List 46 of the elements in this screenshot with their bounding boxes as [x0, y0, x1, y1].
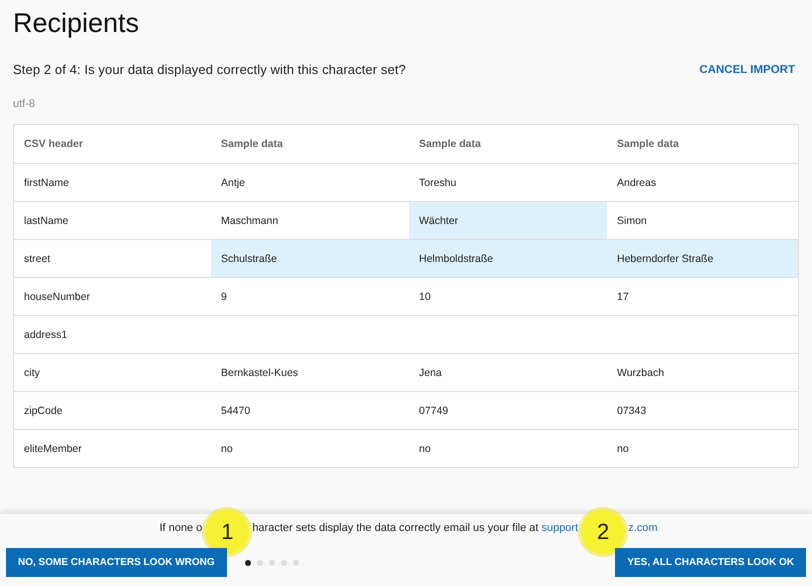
pager-dot[interactable] — [292, 560, 299, 566]
callout-badge: 1 — [205, 510, 250, 554]
table-cell: Andreas — [607, 163, 798, 201]
cancel-import-link[interactable]: CANCEL IMPORT — [699, 64, 795, 76]
table-cell: Bernkastel-Kues — [211, 353, 409, 391]
table-cell: Wächter — [409, 201, 607, 239]
no-button[interactable]: NO, SOME CHARACTERS LOOK WRONG — [6, 548, 227, 577]
pager-dot[interactable] — [244, 560, 251, 566]
table-cell: Antje — [211, 163, 409, 201]
table-cell: Wurzbach — [607, 353, 798, 391]
column-header: Sample data — [418, 137, 482, 152]
column-header: CSV header — [23, 137, 84, 152]
table-cell: 10 — [409, 277, 607, 315]
row-header: lastName — [14, 201, 211, 239]
callout-badge: 2 — [581, 510, 626, 554]
support-email-link[interactable]: support — [541, 522, 578, 534]
table-cell: no — [607, 429, 798, 467]
table-cell: 17 — [607, 277, 798, 315]
table-cell: 07343 — [607, 391, 798, 429]
pager-dot[interactable] — [256, 560, 263, 566]
row-header: eliteMember — [14, 429, 211, 467]
support-email-link[interactable]: z.com — [628, 522, 658, 534]
table-cell: no — [409, 429, 607, 467]
column-header: Sample data — [616, 137, 680, 152]
yes-button[interactable]: YES, ALL CHARACTERS LOOK OK — [615, 548, 806, 577]
character-set-label: utf-8 — [13, 98, 36, 110]
step-question: Step 2 of 4: Is your data displayed correctly with this character set? — [13, 62, 406, 77]
table-cell: 54470 — [211, 391, 409, 429]
table-cell: no — [211, 429, 409, 467]
table-cell: Heberndorfer Straße — [607, 239, 798, 277]
row-header: zipCode — [14, 391, 211, 429]
table-cell: 07749 — [409, 391, 607, 429]
page-title: Recipients — [13, 7, 140, 40]
pager-dot[interactable] — [280, 560, 287, 566]
row-header: city — [14, 353, 211, 391]
row-header: address1 — [14, 315, 211, 353]
table-cell: Schulstraße — [211, 239, 409, 277]
pager-dot[interactable] — [268, 560, 275, 566]
row-header: firstName — [14, 163, 211, 201]
column-header: Sample data — [220, 137, 284, 152]
table-cell: Helmboldstraße — [409, 239, 607, 277]
help-text: If none o — [159, 522, 202, 534]
row-header: houseNumber — [14, 277, 211, 315]
table-cell: Jena — [409, 353, 607, 391]
help-text: haracter sets display the data correctly email us your file at — [252, 522, 538, 534]
table-cell: 9 — [211, 277, 409, 315]
